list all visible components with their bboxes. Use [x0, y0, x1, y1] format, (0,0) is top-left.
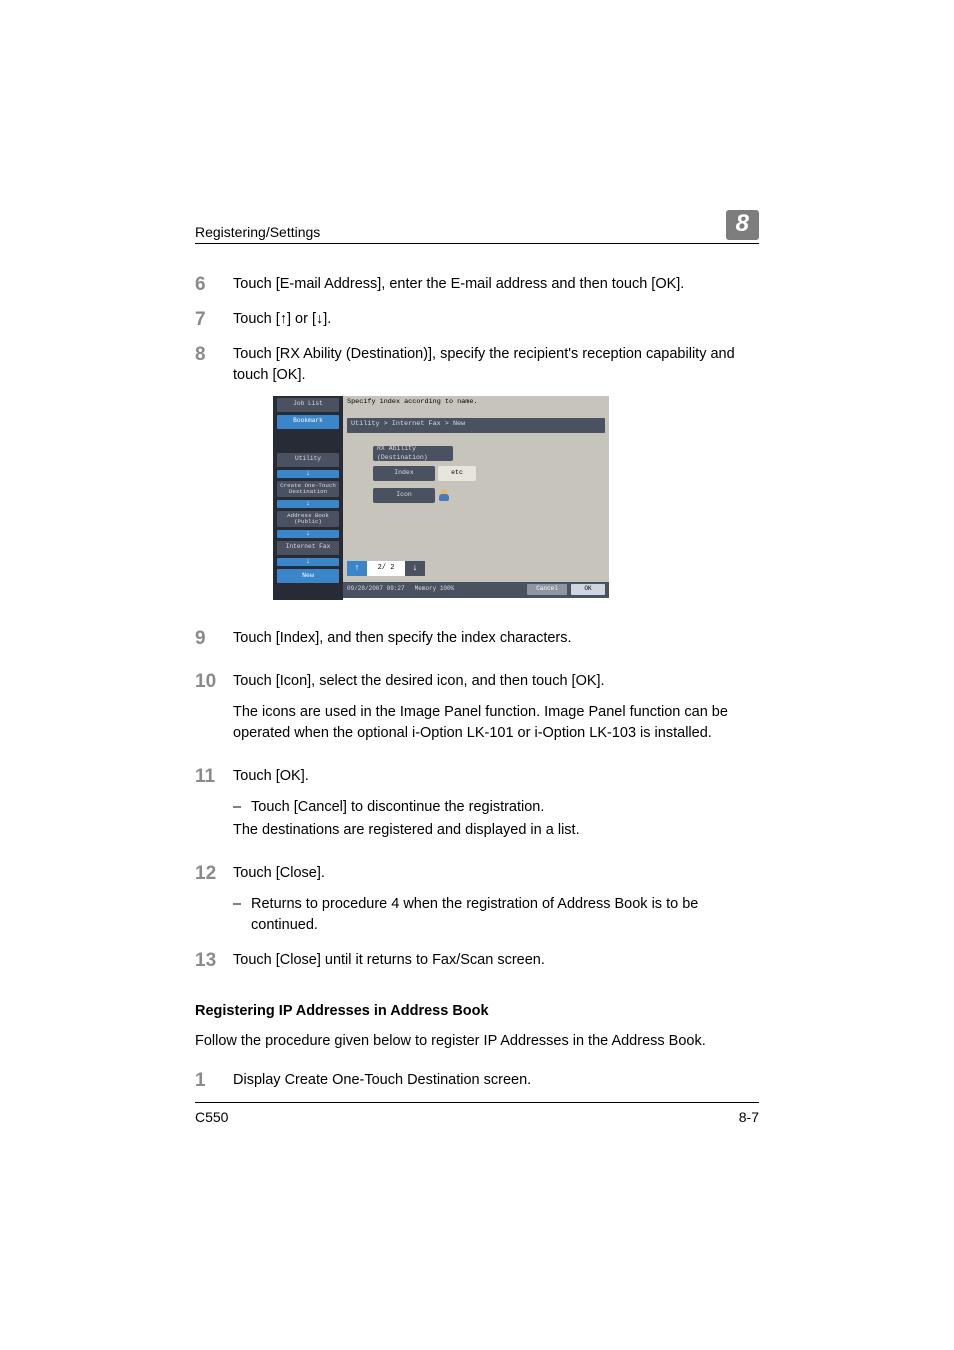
- step-para: Touch [Close].: [233, 863, 759, 884]
- step-body: Touch [Close] until it returns to Fax/Sc…: [233, 950, 759, 981]
- device-top-message: Specify index according to name.: [347, 398, 478, 408]
- step-number: 1: [195, 1070, 233, 1093]
- page-up-arrow[interactable]: ↑: [347, 561, 367, 576]
- step-number: 8: [195, 344, 233, 367]
- step-1: 1 Display Create One-Touch Destination s…: [195, 1070, 759, 1093]
- sidebar-address-book[interactable]: Address Book (Public): [277, 511, 339, 527]
- step-text: Touch [RX Ability (Destination)], specif…: [233, 344, 759, 616]
- step-para: Touch [Close] until it returns to Fax/Sc…: [233, 950, 759, 971]
- step-8: 8 Touch [RX Ability (Destination)], spec…: [195, 344, 759, 616]
- step-11: 11 Touch [OK]. Touch [Cancel] to discont…: [195, 766, 759, 851]
- step-number: 6: [195, 274, 233, 297]
- step-number: 7: [195, 309, 233, 332]
- step-para: The icons are used in the Image Panel fu…: [233, 702, 759, 744]
- page-footer: C550 8-7: [195, 1102, 759, 1125]
- step-9: 9 Touch [Index], and then specify the in…: [195, 628, 759, 659]
- step-body: Touch [Index], and then specify the inde…: [233, 628, 759, 659]
- sub-bullet: Returns to procedure 4 when the registra…: [233, 894, 759, 936]
- step-number: 13: [195, 950, 233, 973]
- sidebar-job-list[interactable]: Job List: [277, 398, 339, 412]
- ok-button[interactable]: OK: [571, 584, 605, 595]
- footer-model: C550: [195, 1109, 228, 1125]
- section-title: Registering/Settings: [195, 224, 320, 240]
- device-sidebar: Job List Bookmark Utility ↓ Create One-T…: [273, 396, 343, 600]
- step-para: Touch [OK].: [233, 766, 759, 787]
- step-number: 9: [195, 628, 233, 651]
- page-down-arrow[interactable]: ↓: [405, 561, 425, 576]
- sidebar-create-one-touch[interactable]: Create One-Touch Destination: [277, 481, 339, 497]
- down-arrow-icon: ↓: [277, 558, 339, 566]
- step-para: Touch [Icon], select the desired icon, a…: [233, 671, 759, 692]
- chapter-number-badge: 8: [726, 210, 759, 240]
- step-body: Touch [OK]. Touch [Cancel] to discontinu…: [233, 766, 759, 851]
- sub-bullet: Touch [Cancel] to discontinue the regist…: [233, 797, 759, 818]
- sidebar-utility[interactable]: Utility: [277, 453, 339, 467]
- person-icon: [438, 489, 450, 501]
- section-intro: Follow the procedure given below to regi…: [195, 1031, 759, 1052]
- step-text: Touch [↑] or [↓].: [233, 309, 759, 330]
- step-number: 11: [195, 766, 233, 789]
- step-13: 13 Touch [Close] until it returns to Fax…: [195, 950, 759, 981]
- step-text: Touch [E-mail Address], enter the E-mail…: [233, 274, 759, 295]
- device-screenshot: Job List Bookmark Utility ↓ Create One-T…: [273, 396, 609, 598]
- device-breadcrumb: Utility > Internet Fax > New: [347, 418, 605, 433]
- device-timestamp: 09/28/2007 09:27: [347, 585, 405, 594]
- footer-page-number: 8-7: [739, 1109, 759, 1125]
- sidebar-internet-fax[interactable]: Internet Fax: [277, 541, 339, 555]
- step-para: Touch [RX Ability (Destination)], specif…: [233, 344, 759, 386]
- step-text: Display Create One-Touch Destination scr…: [233, 1070, 759, 1091]
- step-para: Touch [Index], and then specify the inde…: [233, 628, 759, 649]
- index-button[interactable]: Index: [373, 466, 435, 481]
- step-7: 7 Touch [↑] or [↓].: [195, 309, 759, 332]
- step-body: Touch [Close]. Returns to procedure 4 wh…: [233, 863, 759, 938]
- rx-ability-button[interactable]: RX Ability (Destination): [373, 446, 453, 461]
- down-arrow-icon: ↓: [277, 500, 339, 508]
- step-number: 10: [195, 671, 233, 694]
- step-para: The destinations are registered and disp…: [233, 820, 759, 841]
- page-nav: ↑ 2/ 2 ↓: [347, 561, 425, 576]
- document-page: Registering/Settings 8 6 Touch [E-mail A…: [0, 0, 954, 1350]
- step-10: 10 Touch [Icon], select the desired icon…: [195, 671, 759, 754]
- sidebar-new[interactable]: New: [277, 569, 339, 583]
- page-indicator: 2/ 2: [367, 561, 405, 576]
- icon-button[interactable]: Icon: [373, 488, 435, 503]
- sidebar-bookmark[interactable]: Bookmark: [277, 415, 339, 429]
- step-number: 12: [195, 863, 233, 886]
- step-12: 12 Touch [Close]. Returns to procedure 4…: [195, 863, 759, 938]
- page-header: Registering/Settings 8: [195, 210, 759, 244]
- device-main: Specify index according to name. Utility…: [343, 396, 609, 598]
- section-heading: Registering IP Addresses in Address Book: [195, 1003, 759, 1019]
- step-body: Touch [Icon], select the desired icon, a…: [233, 671, 759, 754]
- step-6: 6 Touch [E-mail Address], enter the E-ma…: [195, 274, 759, 297]
- down-arrow-icon: ↓: [277, 470, 339, 478]
- device-memory: Memory 100%: [415, 585, 455, 594]
- down-arrow-icon: ↓: [277, 530, 339, 538]
- cancel-button[interactable]: Cancel: [527, 584, 567, 595]
- index-value: etc: [438, 466, 476, 481]
- device-bottom-bar: 09/28/2007 09:27 Memory 100% Cancel OK: [343, 582, 609, 598]
